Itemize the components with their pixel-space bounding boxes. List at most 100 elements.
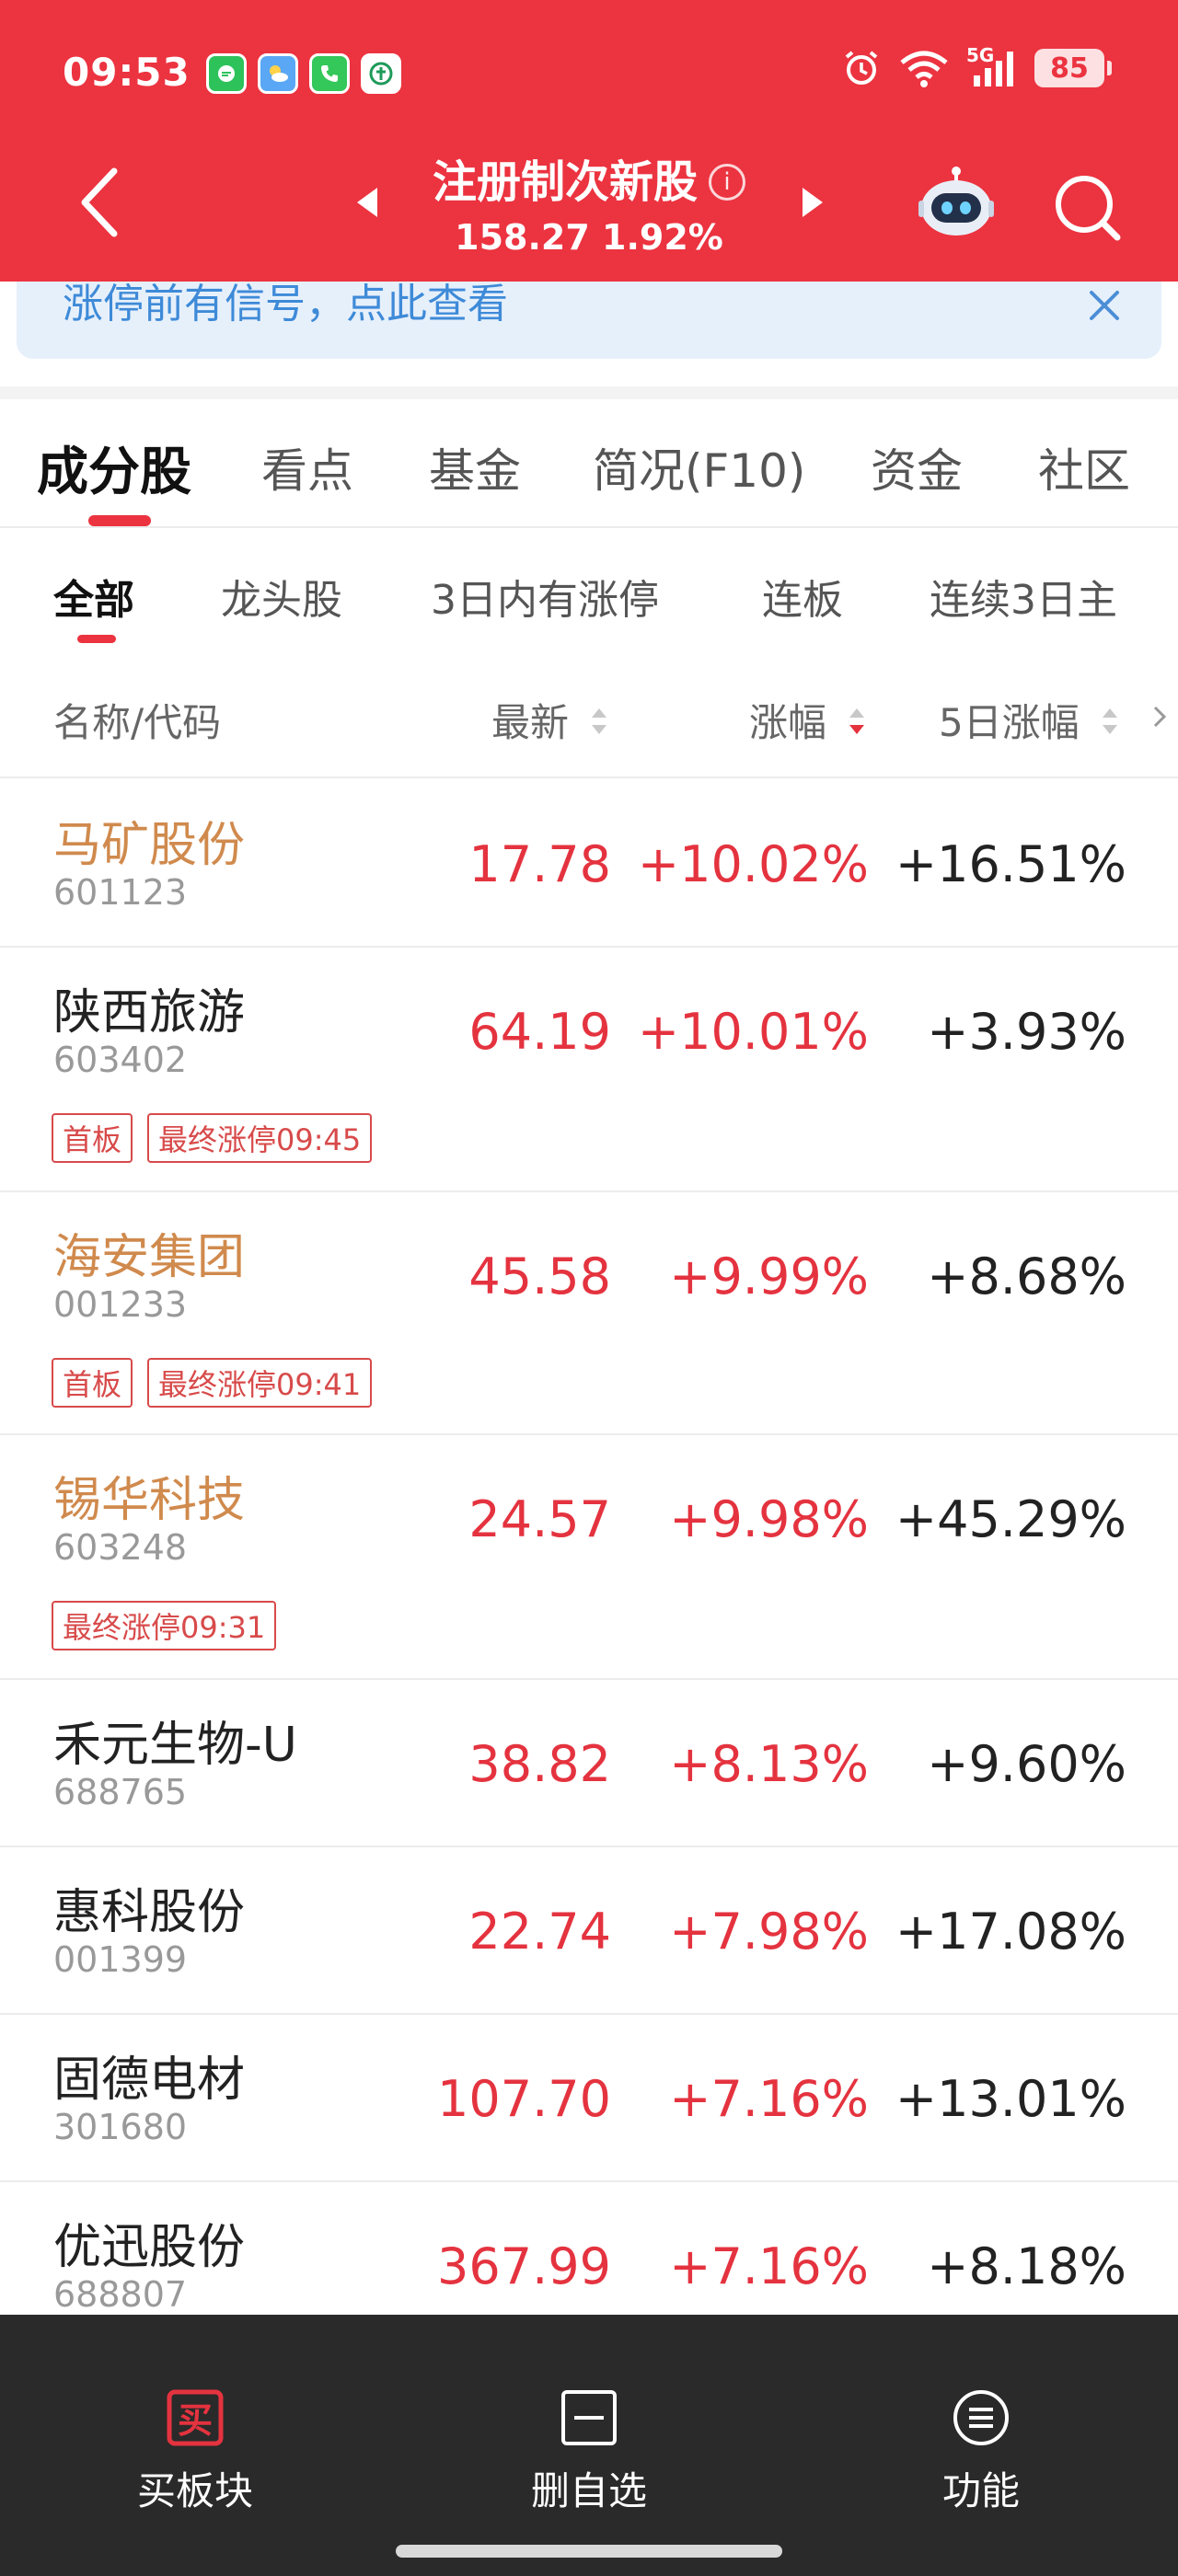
table-header: 名称/代码 最新 涨幅 5日涨幅: [0, 672, 1178, 778]
main-tab-bar: 成分股 看点 基金 简况(F10) 资金 社区: [0, 399, 1178, 528]
stock-change-5d: +3.93%: [927, 1003, 1126, 1061]
back-button[interactable]: [74, 166, 129, 239]
cellular-signal-icon: 5G: [966, 44, 1018, 88]
stock-change: +10.02%: [637, 835, 869, 893]
sector-title-block: 注册制次新股 i 158.27 1.92%: [396, 145, 782, 258]
stock-change-5d: +16.51%: [895, 835, 1126, 893]
subtab-all[interactable]: 全部: [53, 567, 134, 626]
stock-change: +8.13%: [669, 1735, 869, 1793]
column-change5d-sort[interactable]: 5日涨幅: [939, 692, 1119, 748]
sector-index-quote: 158.27 1.92%: [396, 217, 782, 258]
buy-icon-char: 买: [177, 2400, 213, 2441]
app-header: 09:53 5G 85 注册制次新股 i 158.27 1.92%: [0, 0, 1178, 282]
stock-name: 禾元生物-U: [53, 1718, 297, 1773]
sort-arrows-icon: [592, 708, 607, 734]
subtab-limit-up-3d[interactable]: 3日内有涨停: [431, 567, 659, 626]
functions-button[interactable]: 功能: [880, 2388, 1082, 2516]
sector-index-change: 1.92%: [602, 217, 723, 258]
stock-change: +9.99%: [669, 1248, 869, 1305]
search-icon: [1056, 176, 1121, 241]
column-change5d-label: 5日涨幅: [939, 700, 1080, 745]
stock-row[interactable]: 马矿股份 601123 17.78 +10.02% +16.51%: [0, 780, 1178, 948]
stock-code: 603402: [53, 1040, 188, 1080]
triangle-left-icon: [357, 188, 377, 217]
stock-code: 688807: [53, 2274, 188, 2315]
section-divider: [0, 386, 1178, 399]
subtab-main-3d[interactable]: 连续3日主: [930, 567, 1117, 626]
buy-sector-button[interactable]: 买 买板块: [94, 2388, 296, 2516]
chevron-right-icon[interactable]: [1152, 705, 1167, 729]
info-icon[interactable]: i: [709, 164, 745, 201]
signal-notice-banner[interactable]: 涨停前有信号，点此查看: [17, 282, 1161, 359]
column-change-sort[interactable]: 涨幅: [749, 692, 866, 748]
stock-change-5d: +17.08%: [895, 1903, 1126, 1961]
stock-row[interactable]: 惠科股份 001399 22.74 +7.98% +17.08%: [0, 1847, 1178, 2015]
stock-name: 优迅股份: [53, 2220, 246, 2275]
home-indicator[interactable]: [396, 2545, 782, 2558]
weather-app-icon: [258, 53, 298, 94]
stock-code: 603248: [53, 1527, 188, 1568]
stock-tags: 首板 最终涨停09:45: [52, 1113, 373, 1163]
status-bar: 09:53 5G 85: [0, 0, 1178, 147]
stock-tags: 首板 最终涨停09:41: [52, 1358, 373, 1408]
notice-close-button[interactable]: [1084, 285, 1125, 326]
stock-name: 惠科股份: [53, 1885, 246, 1940]
stock-row[interactable]: 陕西旅游 603402 首板 最终涨停09:45 64.19 +10.01% +…: [0, 948, 1178, 1192]
stock-code: 001233: [53, 1284, 188, 1325]
stock-tags: 最终涨停09:31: [52, 1601, 277, 1650]
stock-change-5d: +8.68%: [927, 1248, 1126, 1305]
stock-price: 17.78: [468, 835, 611, 893]
sub-tab-bar: 全部 龙头股 3日内有涨停 连板 连续3日主: [0, 530, 1178, 644]
tab-capital-flow[interactable]: 资金: [871, 434, 963, 500]
stock-row[interactable]: 固德电材 301680 107.70 +7.16% +13.01%: [0, 2015, 1178, 2182]
next-sector-button[interactable]: [793, 184, 830, 221]
search-button[interactable]: [1051, 171, 1125, 245]
stock-price: 38.82: [468, 1735, 611, 1793]
notice-text[interactable]: 涨停前有信号，点此查看: [63, 282, 508, 328]
stock-price: 107.70: [437, 2070, 611, 2128]
limit-up-time-tag: 最终涨停09:41: [147, 1358, 373, 1408]
stock-code: 688765: [53, 1772, 188, 1812]
page-title: 注册制次新股: [432, 156, 698, 208]
column-latest-sort[interactable]: 最新: [491, 692, 608, 748]
stock-price: 367.99: [437, 2237, 611, 2295]
remove-watchlist-button[interactable]: 删自选: [488, 2388, 690, 2516]
tab-highlights[interactable]: 看点: [261, 434, 353, 500]
stock-name: 锡华科技: [53, 1473, 246, 1528]
previous-sector-button[interactable]: [350, 184, 387, 221]
phone-app-icon: [309, 53, 350, 94]
limit-up-time-tag: 最终涨停09:31: [52, 1601, 277, 1650]
tab-constituents[interactable]: 成分股: [37, 431, 191, 505]
stock-change: +7.98%: [669, 1903, 869, 1961]
ai-assistant-button[interactable]: [915, 162, 998, 245]
bottom-toolbar: 买 买板块 删自选 功能: [0, 2315, 1178, 2576]
first-board-tag: 首板: [52, 1358, 133, 1408]
stock-row[interactable]: 禾元生物-U 688765 38.82 +8.13% +9.60%: [0, 1680, 1178, 1847]
tab-funds[interactable]: 基金: [429, 434, 521, 500]
column-name-code: 名称/代码: [53, 700, 222, 745]
subtab-leaders[interactable]: 龙头股: [221, 567, 342, 626]
stock-change: +9.98%: [669, 1490, 869, 1548]
sector-index-value: 158.27: [455, 217, 590, 258]
stock-row[interactable]: 锡华科技 603248 最终涨停09:31 24.57 +9.98% +45.2…: [0, 1435, 1178, 1680]
stock-price: 64.19: [468, 1003, 611, 1061]
stock-row[interactable]: 优迅股份 688807 367.99 +7.16% +8.18%: [0, 2182, 1178, 2317]
functions-label: 功能: [941, 2468, 1020, 2513]
tab-community[interactable]: 社区: [1038, 434, 1130, 500]
stock-change: +7.16%: [669, 2237, 869, 2295]
close-icon: [1090, 291, 1119, 320]
stock-code: 301680: [53, 2107, 188, 2147]
stock-name: 陕西旅游: [53, 985, 246, 1041]
column-change-label: 涨幅: [749, 700, 827, 745]
triangle-right-icon: [803, 188, 823, 217]
stock-code: 001399: [53, 1939, 188, 1980]
notification-icons: [206, 53, 401, 94]
alarm-icon: [845, 51, 878, 85]
bank-app-icon: [361, 53, 401, 94]
stock-price: 22.74: [468, 1903, 611, 1961]
stock-row[interactable]: 海安集团 001233 首板 最终涨停09:41 45.58 +9.99% +8…: [0, 1192, 1178, 1435]
stock-change: +10.01%: [637, 1003, 869, 1061]
tab-f10-overview[interactable]: 简况(F10): [593, 434, 805, 500]
subtab-consecutive-limit[interactable]: 连板: [762, 567, 843, 626]
active-subtab-indicator: [77, 635, 116, 643]
